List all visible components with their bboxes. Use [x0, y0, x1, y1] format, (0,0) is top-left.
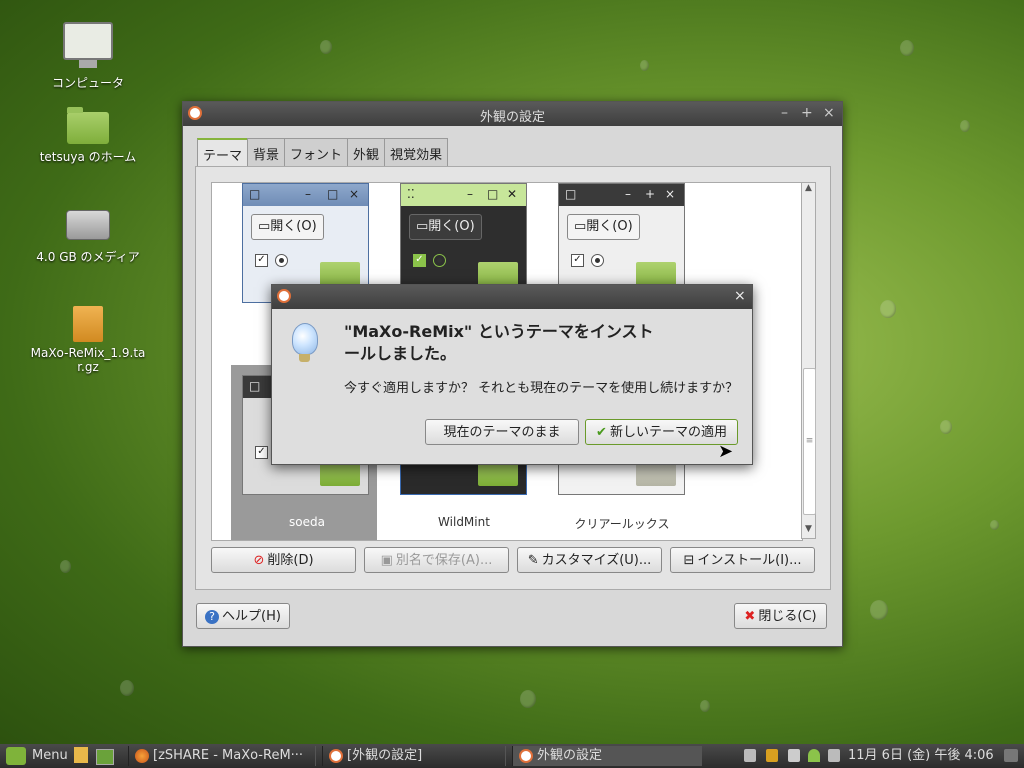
tab-theme[interactable]: テーマ: [197, 138, 249, 169]
theme-name-wildmint: WildMint: [438, 515, 490, 529]
maximize-button[interactable]: +: [801, 105, 813, 121]
delete-button[interactable]: ⊘ 削除(D): [211, 547, 356, 573]
mint-menu-icon[interactable]: [6, 747, 26, 765]
gallery-scrollbar[interactable]: ▲ ≡ ▼: [801, 182, 816, 539]
close-icon: ✖: [744, 609, 756, 624]
radio-icon: [591, 254, 604, 267]
desktop-icon-label: コンピュータ: [51, 76, 124, 90]
close-window-button[interactable]: ×: [823, 105, 835, 121]
tab-appearance[interactable]: 外観: [347, 138, 386, 169]
folder-icon: ▭: [574, 219, 587, 234]
keep-current-theme-button[interactable]: 現在のテーマのまま: [425, 419, 579, 445]
desktop-icon-label: tetsuya のホーム: [39, 150, 137, 164]
preview-open-button: ▭開く(O): [567, 214, 640, 240]
desktop-icon-label: 4.0 GB のメディア: [36, 250, 140, 264]
help-button[interactable]: ? ヘルプ(H): [196, 603, 290, 629]
info-lightbulb-icon: [292, 323, 318, 362]
taskbar-task-appearance-min[interactable]: [外観の設定]: [322, 746, 506, 766]
dialog-message: 今すぐ適用しますか？ それとも現在のテーマを使用し続けますか？: [344, 381, 739, 396]
close-button[interactable]: ✖ 閉じる(C): [734, 603, 827, 629]
mouse-cursor-icon: ➤: [718, 441, 734, 462]
clipboard-icon[interactable]: [788, 749, 800, 762]
tab-visual-effects[interactable]: 視覚効果: [384, 138, 449, 169]
tab-fonts[interactable]: フォント: [284, 138, 349, 169]
theme-installed-dialog: × "MaXo-ReMix" というテーマをインストールしました。 今すぐ適用し…: [271, 284, 753, 465]
menu-button[interactable]: Menu: [32, 747, 68, 765]
checkbox-icon: ✓: [413, 254, 426, 267]
keyboard-icon[interactable]: [744, 749, 756, 762]
taskbar-task-browser[interactable]: [zSHARE - MaXo-ReM···: [128, 746, 316, 766]
scrollbar-thumb[interactable]: ≡: [803, 368, 816, 515]
desktop-icon-archive[interactable]: MaXo-ReMix_1.9.tar.gz: [18, 306, 158, 374]
install-button[interactable]: ⊟ インストール(I)...: [670, 547, 815, 573]
taskbar: Menu [zSHARE - MaXo-ReM··· [外観の設定] 外観の設定…: [0, 744, 1024, 768]
radio-icon: [433, 254, 446, 267]
power-icon[interactable]: [1004, 749, 1018, 762]
tab-bar: テーマ 背景 フォント 外観 視覚効果: [197, 138, 449, 169]
preview-open-button: ▭開く(O): [409, 214, 482, 240]
desktop-icon-computer[interactable]: コンピュータ: [18, 22, 158, 91]
taskbar-task-appearance[interactable]: 外観の設定: [512, 746, 702, 766]
files-launcher-icon[interactable]: [74, 747, 88, 763]
terminal-launcher-icon[interactable]: [96, 749, 114, 765]
checkbox-icon: ✓: [571, 254, 584, 267]
app-icon: [519, 749, 533, 763]
save-as-button[interactable]: ▣ 別名で保存(A)...: [364, 547, 509, 573]
preview-titlebar: □ – + ×: [559, 184, 684, 206]
app-icon: [277, 289, 291, 303]
dialog-titlebar[interactable]: ×: [272, 285, 752, 309]
app-icon: [329, 749, 343, 763]
install-icon: ⊟: [683, 553, 695, 568]
minimize-button[interactable]: –: [781, 105, 788, 121]
checkbox-icon: ✓: [255, 254, 268, 267]
no-entry-icon: ⊘: [253, 553, 265, 568]
desktop-icon-media[interactable]: 4.0 GB のメディア: [18, 210, 158, 265]
window-titlebar[interactable]: 外観の設定 – + ×: [183, 102, 842, 126]
scroll-up-icon[interactable]: ▲: [802, 183, 815, 197]
window-title: 外観の設定: [479, 110, 545, 125]
theme-name-clearlooks: クリアールックス: [574, 517, 670, 531]
radio-icon: [275, 254, 288, 267]
network-icon[interactable]: [808, 749, 820, 762]
apply-new-theme-button[interactable]: ✔ 新しいテーマの適用: [585, 419, 738, 445]
preview-open-button: ▭開く(O): [251, 214, 324, 240]
save-icon: ▣: [380, 553, 393, 568]
dialog-heading: "MaXo-ReMix" というテーマをインストールしました。: [344, 322, 654, 363]
folder-icon: ▭: [258, 219, 271, 234]
firefox-icon: [135, 749, 149, 763]
edit-icon: ✎: [527, 553, 539, 568]
computer-icon: [63, 22, 113, 68]
preview-titlebar: ⁚⁚ – □ ✕: [401, 184, 526, 206]
desktop-icon-label: MaXo-ReMix_1.9.tar.gz: [30, 346, 146, 374]
drive-icon: [66, 210, 110, 240]
scroll-down-icon[interactable]: ▼: [802, 524, 815, 538]
clock[interactable]: 11月 6日 (金) 午後 4:06: [848, 747, 994, 765]
customize-button[interactable]: ✎ カスタマイズ(U)...: [517, 547, 662, 573]
folder-icon: ▭: [416, 219, 429, 234]
theme-name-soeda: soeda: [289, 515, 325, 529]
drive-icon[interactable]: [828, 749, 840, 762]
tab-background[interactable]: 背景: [247, 138, 286, 169]
dialog-close-button[interactable]: ×: [734, 288, 746, 304]
archive-icon: [73, 306, 103, 342]
checkbox-icon: ✓: [255, 446, 268, 459]
checkmark-icon: ✔: [596, 425, 607, 440]
preview-titlebar: □ – □ ×: [243, 184, 368, 206]
home-folder-icon: [67, 107, 109, 144]
desktop-icon-home[interactable]: tetsuya のホーム: [18, 107, 158, 165]
help-icon: ?: [205, 610, 220, 624]
lock-icon[interactable]: [766, 749, 778, 762]
